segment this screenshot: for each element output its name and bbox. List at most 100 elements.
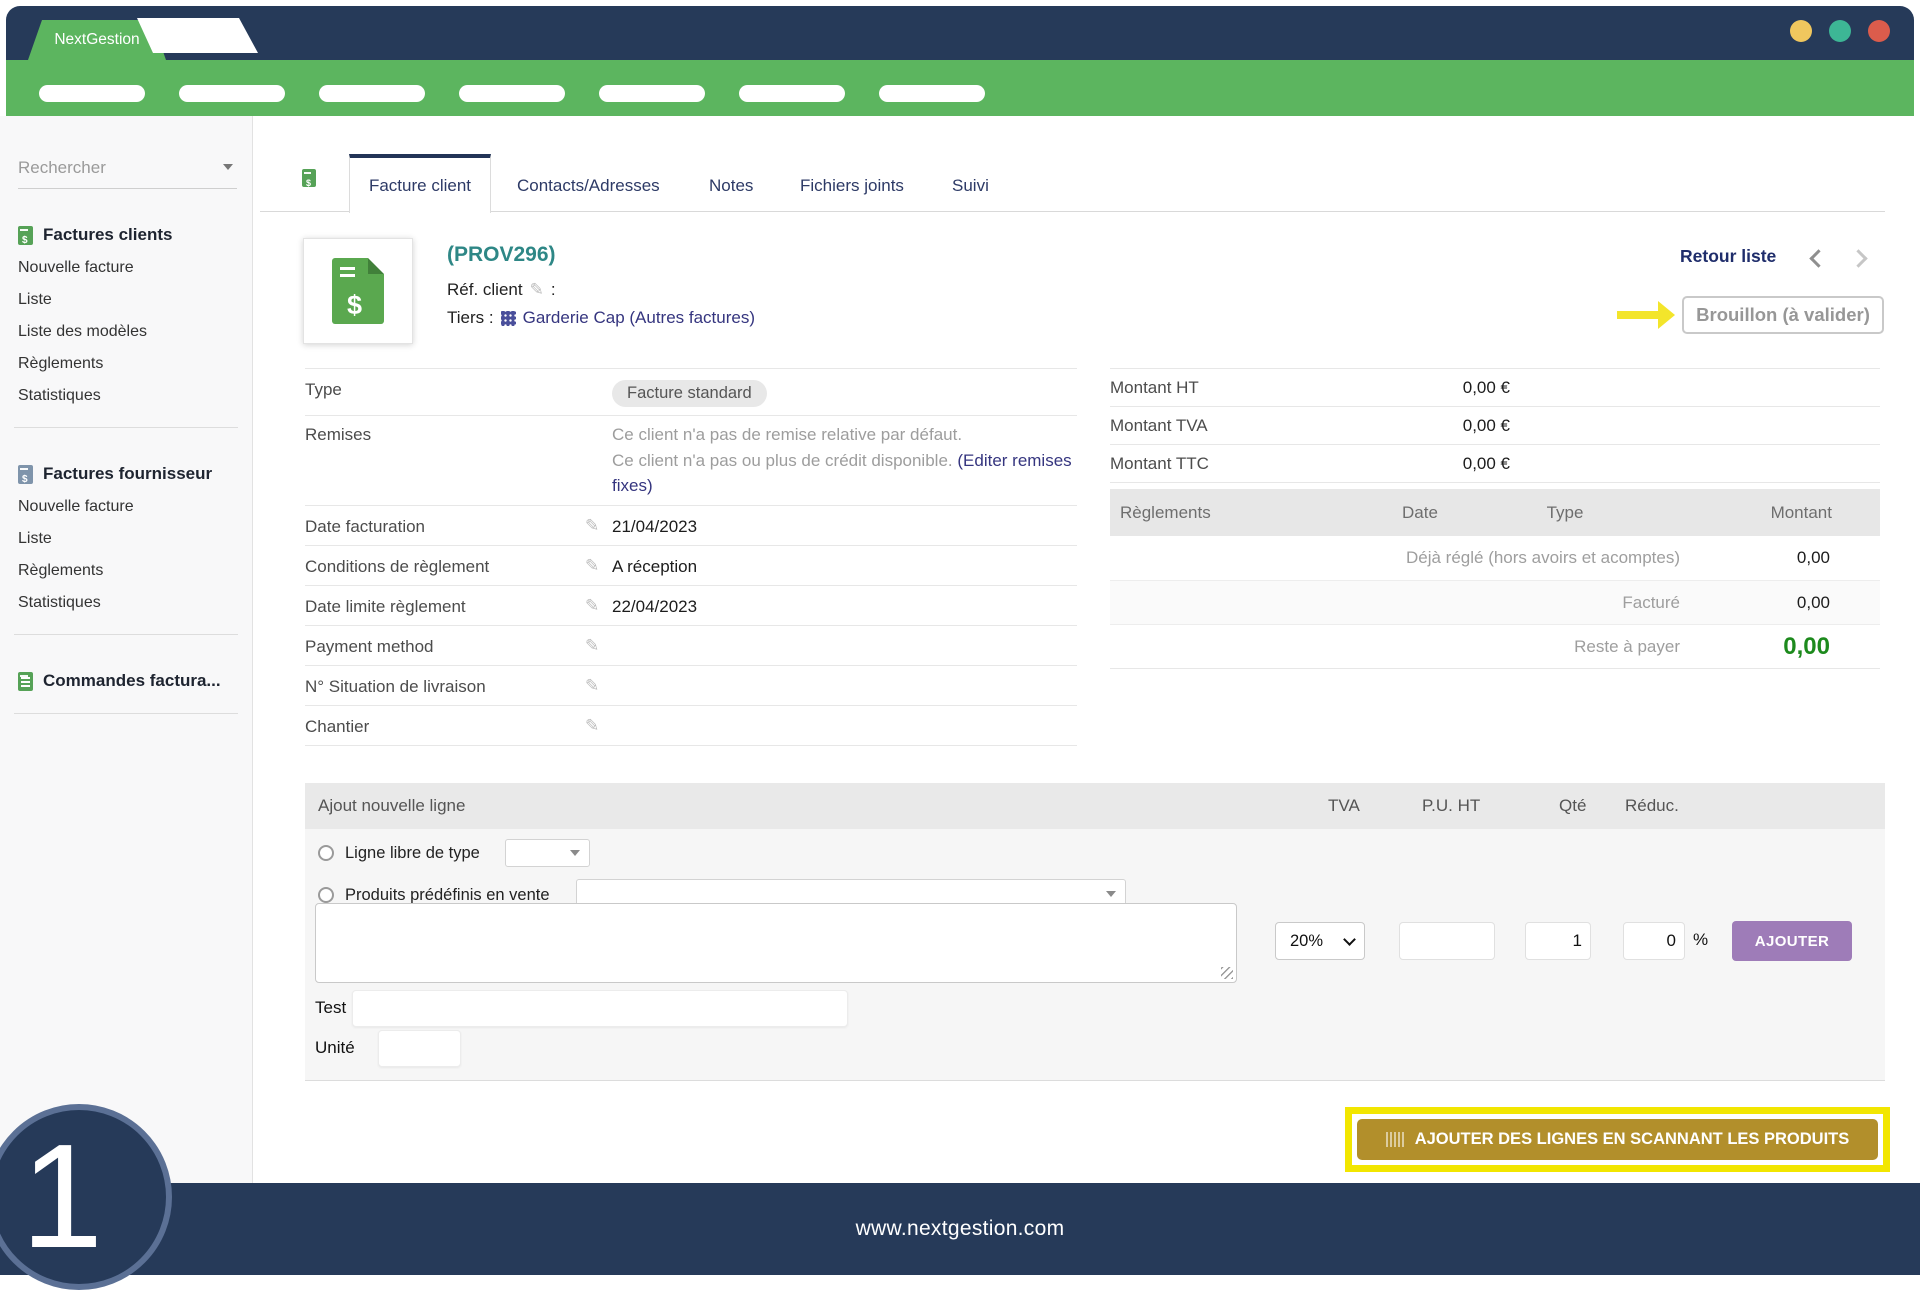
table-row-remises: Remises Ce client n'a pas de remise rela…: [305, 415, 1077, 505]
add-line-section: Ajout nouvelle ligne TVA P.U. HT Qté Réd…: [305, 783, 1885, 1081]
sidebar-item-nouvelle-facture[interactable]: Nouvelle facture: [18, 259, 236, 277]
row-label: Payment method: [305, 634, 585, 657]
previous-record-icon[interactable]: [1809, 249, 1827, 267]
tva-select[interactable]: 20%: [1275, 922, 1365, 960]
footer: www.nextgestion.com: [0, 1183, 1920, 1275]
table-row-date-limite: Date limite règlement ✎ 22/04/2023: [305, 585, 1077, 625]
quantity-input[interactable]: [1525, 922, 1591, 960]
edit-pencil-icon[interactable]: ✎: [585, 634, 612, 656]
close-light-icon[interactable]: [1868, 20, 1890, 42]
row-label: Reste à payer: [1574, 637, 1680, 657]
table-row-situation-livraison: N° Situation de livraison ✎: [305, 665, 1077, 705]
supplier-invoice-icon: [18, 465, 33, 484]
sidebar-item-reglements-fournisseur[interactable]: Règlements: [18, 562, 236, 580]
nav-item-redacted[interactable]: [879, 85, 985, 102]
table-row-montant-tva: Montant TVA 0,00 €: [1110, 406, 1880, 444]
sidebar-title-commandes[interactable]: Commandes factura...: [18, 671, 236, 691]
sidebar-title-factures-fournisseur[interactable]: Factures fournisseur: [18, 464, 236, 484]
table-row-montant-ht: Montant HT 0,00 €: [1110, 368, 1880, 406]
unit-label: Unité: [315, 1038, 355, 1058]
table-row-chantier: Chantier ✎: [305, 705, 1077, 745]
divider: [14, 713, 238, 714]
predefined-product-radio[interactable]: [318, 887, 334, 903]
sidebar-item-liste-fournisseur[interactable]: Liste: [18, 530, 236, 548]
type-badge: Facture standard: [612, 380, 767, 407]
table-row-payment-method: Payment method ✎: [305, 625, 1077, 665]
sidebar-item-statistiques-fournisseur[interactable]: Statistiques: [18, 594, 236, 612]
row-label: Date limite règlement: [305, 594, 585, 617]
edit-pencil-icon[interactable]: ✎: [585, 714, 612, 736]
invoice-icon: [18, 226, 33, 245]
search-input[interactable]: Rechercher: [18, 156, 237, 189]
payments-title: Règlements: [1110, 503, 1340, 523]
tab-suivi[interactable]: Suivi: [952, 176, 989, 196]
free-line-type-select[interactable]: [505, 839, 590, 867]
row-label: Montant TTC: [1110, 454, 1350, 474]
status-badge: Brouillon (à valider): [1682, 296, 1884, 334]
sidebar-title-label: Commandes factura...: [43, 671, 221, 691]
nav-item-redacted[interactable]: [599, 85, 705, 102]
table-row-facture: Facturé 0,00: [1110, 580, 1880, 624]
scan-products-button[interactable]: AJOUTER DES LIGNES EN SCANNANT LES PRODU…: [1357, 1119, 1878, 1160]
row-value: 22/04/2023: [612, 594, 697, 617]
back-to-list-link[interactable]: Retour liste: [1680, 246, 1776, 267]
line-description-textarea[interactable]: [315, 903, 1237, 983]
column-header-tva: TVA: [1328, 796, 1360, 816]
row-label: Type: [305, 377, 585, 400]
next-record-icon[interactable]: [1849, 249, 1867, 267]
row-label: Conditions de règlement: [305, 554, 585, 577]
sidebar-item-nouvelle-facture-fournisseur[interactable]: Nouvelle facture: [18, 498, 236, 516]
nav-item-redacted[interactable]: [39, 85, 145, 102]
tva-selected-value: 20%: [1290, 932, 1323, 951]
sidebar: Rechercher Factures clients Nouvelle fac…: [0, 116, 253, 1183]
table-row-reste-a-payer: Reste à payer 0,00: [1110, 624, 1880, 668]
nav-item-redacted[interactable]: [459, 85, 565, 102]
textarea-resize-grip[interactable]: [1221, 967, 1233, 979]
add-line-body: Ligne libre de type Produits prédéfinis …: [305, 829, 1885, 1081]
tiers-link[interactable]: Garderie Cap (Autres factures): [523, 308, 755, 328]
nav-item-redacted[interactable]: [319, 85, 425, 102]
tab-notes[interactable]: Notes: [709, 176, 753, 196]
sidebar-item-reglements[interactable]: Règlements: [18, 355, 236, 373]
maximize-light-icon[interactable]: [1829, 20, 1851, 42]
invoice-details-table: Type Facture standard Remises Ce client …: [305, 368, 1077, 746]
test-input[interactable]: [352, 990, 848, 1027]
tab-contacts-adresses[interactable]: Contacts/Adresses: [517, 176, 660, 196]
tab-fichiers-joints[interactable]: Fichiers joints: [800, 176, 904, 196]
add-line-button[interactable]: AJOUTER: [1732, 921, 1852, 961]
free-line-radio[interactable]: [318, 845, 334, 861]
unit-input[interactable]: [378, 1030, 461, 1067]
invoice-tab-icon: [302, 169, 316, 187]
sidebar-section-factures-clients: Factures clients Nouvelle facture Liste …: [18, 225, 236, 428]
unit-price-input[interactable]: [1399, 922, 1495, 960]
edit-pencil-icon[interactable]: ✎: [585, 554, 612, 576]
totals-table: Déjà réglé (hors avoirs et acomptes) 0,0…: [1110, 536, 1880, 669]
nav-item-redacted[interactable]: [739, 85, 845, 102]
window-controls: [1790, 20, 1890, 42]
step-number: 1: [21, 1123, 103, 1271]
chevron-down-icon: [1106, 891, 1116, 897]
edit-pencil-icon[interactable]: ✎: [585, 514, 612, 536]
minimize-light-icon[interactable]: [1790, 20, 1812, 42]
annotation-arrow-head: [1658, 301, 1675, 329]
test-label: Test: [315, 998, 346, 1018]
tab-facture-client[interactable]: Facture client: [349, 154, 491, 213]
sidebar-section-commandes: Commandes factura...: [18, 671, 236, 714]
search-placeholder: Rechercher: [18, 158, 106, 177]
sidebar-item-liste[interactable]: Liste: [18, 291, 236, 309]
remises-line1: Ce client n'a pas de remise relative par…: [612, 422, 1072, 448]
nav-item-redacted[interactable]: [179, 85, 285, 102]
edit-pencil-icon[interactable]: ✎: [530, 280, 544, 300]
sidebar-item-liste-des-modeles[interactable]: Liste des modèles: [18, 323, 236, 341]
edit-pencil-icon[interactable]: ✎: [585, 674, 612, 696]
sidebar-title-factures-clients[interactable]: Factures clients: [18, 225, 236, 245]
tiers-row: Tiers : Garderie Cap (Autres factures): [447, 308, 755, 328]
row-value: 0,00: [1680, 593, 1830, 613]
sidebar-item-statistiques[interactable]: Statistiques: [18, 387, 236, 405]
divider: [14, 427, 238, 428]
edit-pencil-icon[interactable]: ✎: [585, 594, 612, 616]
discount-input[interactable]: [1623, 922, 1685, 960]
column-header-qte: Qté: [1559, 796, 1586, 816]
row-value: 0,00: [1680, 548, 1830, 568]
remises-text: Ce client n'a pas de remise relative par…: [612, 422, 1072, 499]
